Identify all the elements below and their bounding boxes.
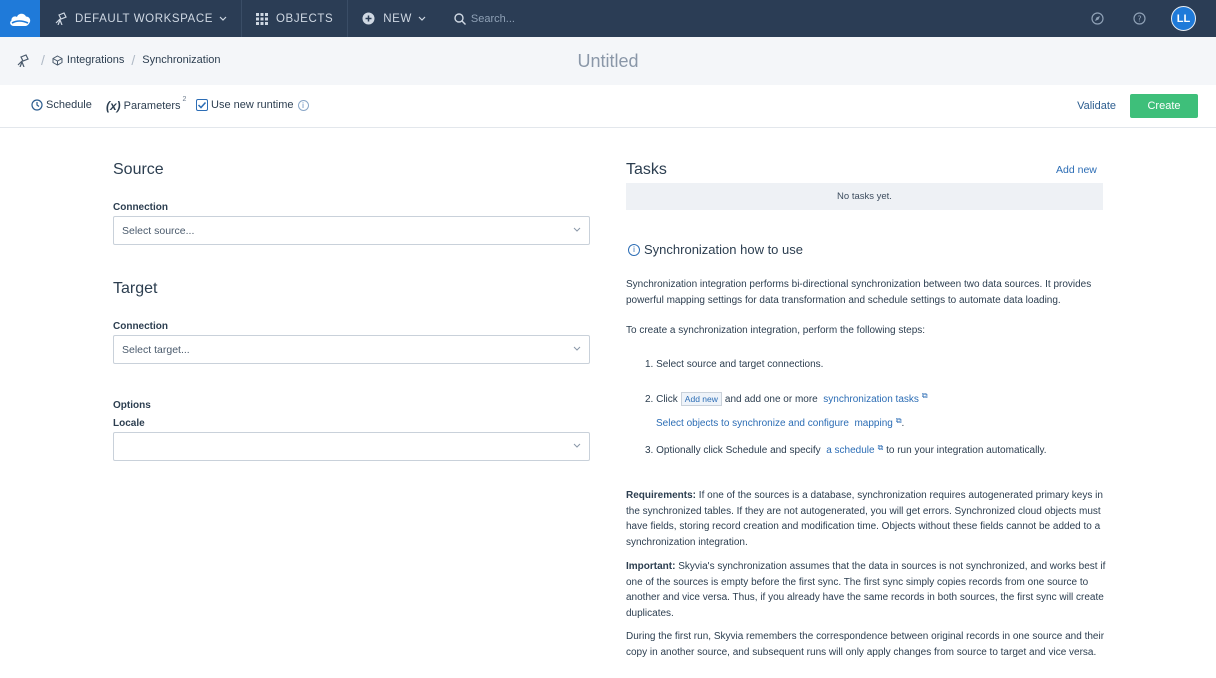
howto-step-2: 2. Click Add new and add one or more syn… <box>645 391 928 406</box>
top-navbar: DEFAULT WORKSPACE OBJECTS NEW Search... <box>0 0 1216 37</box>
info-icon[interactable]: i <box>297 99 309 111</box>
mapping-link[interactable]: mapping <box>854 418 892 429</box>
external-link-icon: ⧉ <box>895 415 902 425</box>
toolbar: Schedule (x) Parameters 2 Use new runtim… <box>0 85 1216 128</box>
clock-icon <box>31 99 43 111</box>
howto-title: i Synchronization how to use <box>628 242 803 257</box>
parameters-label: Parameters <box>123 100 181 112</box>
howto-intro-steps: To create a synchronization integration,… <box>626 325 926 336</box>
page-title[interactable]: Untitled <box>0 51 1216 72</box>
validate-button[interactable]: Validate <box>1077 100 1116 112</box>
synchronization-tasks-link[interactable]: synchronization tasks <box>823 394 919 405</box>
select-objects-link[interactable]: Select objects to synchronize and config… <box>656 418 849 429</box>
howto-step-1: 1. Select source and target connections. <box>645 359 824 370</box>
step2-text-b: and add one or more <box>724 393 818 405</box>
workspace-label: DEFAULT WORKSPACE <box>75 12 214 25</box>
important-text: Skyvia's synchronization assumes that th… <box>626 561 1106 619</box>
target-connection-select[interactable]: Select target... <box>113 335 590 364</box>
objects-label: OBJECTS <box>276 12 334 25</box>
external-link-icon: ⧉ <box>921 391 928 400</box>
step2-period: . <box>901 418 905 429</box>
add-new-task-link[interactable]: Add new <box>1056 164 1097 176</box>
chevron-down-icon <box>573 346 581 351</box>
inline-add-new-button[interactable]: Add new <box>680 392 722 406</box>
search-input[interactable]: Search... <box>471 13 515 25</box>
checkbox-checked-icon[interactable] <box>196 99 208 111</box>
options-title: Options <box>113 400 151 411</box>
source-connection-label: Connection <box>113 202 168 213</box>
svg-text:?: ? <box>1137 15 1141 24</box>
howto-intro: Synchronization integration performs bi-… <box>626 279 1092 306</box>
compass-icon[interactable] <box>1087 9 1107 29</box>
chevron-down-icon <box>219 16 227 21</box>
avatar[interactable]: LL <box>1171 6 1196 31</box>
howto-step-2-sub: Select objects to synchronize and config… <box>656 415 905 430</box>
plus-circle-icon <box>362 12 375 25</box>
cloud-icon <box>10 13 31 26</box>
help-icon[interactable]: ? <box>1129 9 1149 29</box>
skyvia-logo[interactable] <box>0 0 40 37</box>
target-placeholder: Select target... <box>122 343 190 356</box>
requirements-text: If one of the sources is a database, syn… <box>626 490 1103 548</box>
howto-first-run: During the first run, Skyvia remembers t… <box>626 631 1105 658</box>
schedule-label: Schedule <box>46 99 92 111</box>
locale-label: Locale <box>113 418 145 429</box>
parameters-count-badge: 2 <box>182 95 187 103</box>
chevron-down-icon <box>573 443 581 448</box>
step2-text-a: 2. Click <box>645 393 678 405</box>
grid-icon <box>256 12 269 25</box>
new-menu[interactable]: NEW <box>348 0 440 37</box>
create-button[interactable]: Create <box>1130 94 1198 118</box>
step3-text-b: to run your integration automatically. <box>886 445 1047 456</box>
source-connection-select[interactable]: Select source... <box>113 216 590 245</box>
chevron-down-icon <box>418 16 426 21</box>
step3-text-a: 3. Optionally click Schedule and specify <box>645 445 821 456</box>
source-placeholder: Select source... <box>122 224 195 237</box>
telescope-icon <box>55 12 67 25</box>
requirements-label: Requirements: <box>626 490 697 501</box>
howto-step-3: 3. Optionally click Schedule and specify… <box>645 442 1047 457</box>
runtime-label: Use new runtime <box>211 99 294 111</box>
page-header: / Integrations / Synchronization Untitle… <box>0 37 1216 85</box>
use-new-runtime-checkbox[interactable]: Use new runtime i <box>196 99 309 111</box>
target-connection-label: Connection <box>113 321 168 332</box>
workspace-menu[interactable]: DEFAULT WORKSPACE <box>40 0 243 37</box>
external-link-icon: ⧉ <box>877 442 884 452</box>
new-label: NEW <box>383 12 412 25</box>
howto-title-label: Synchronization how to use <box>644 242 803 257</box>
schedule-button[interactable]: Schedule <box>31 99 92 111</box>
parameters-button[interactable]: (x) Parameters 2 <box>106 95 187 114</box>
objects-menu[interactable]: OBJECTS <box>242 0 349 37</box>
search-box[interactable]: Search... <box>440 13 515 25</box>
important-label: Important: <box>626 561 676 572</box>
info-icon: i <box>628 243 640 256</box>
variable-icon: (x) <box>106 99 121 113</box>
search-icon <box>454 12 466 25</box>
howto-requirements: Requirements: If one of the sources is a… <box>626 488 1106 550</box>
source-title: Source <box>113 161 164 178</box>
schedule-link[interactable]: a schedule <box>826 445 874 456</box>
locale-select[interactable] <box>113 432 590 461</box>
tasks-title: Tasks <box>626 161 667 178</box>
tasks-empty-state: No tasks yet. <box>626 183 1103 210</box>
howto-important: Important: Skyvia's synchronization assu… <box>626 559 1106 621</box>
target-title: Target <box>113 280 158 297</box>
chevron-down-icon <box>573 227 581 232</box>
